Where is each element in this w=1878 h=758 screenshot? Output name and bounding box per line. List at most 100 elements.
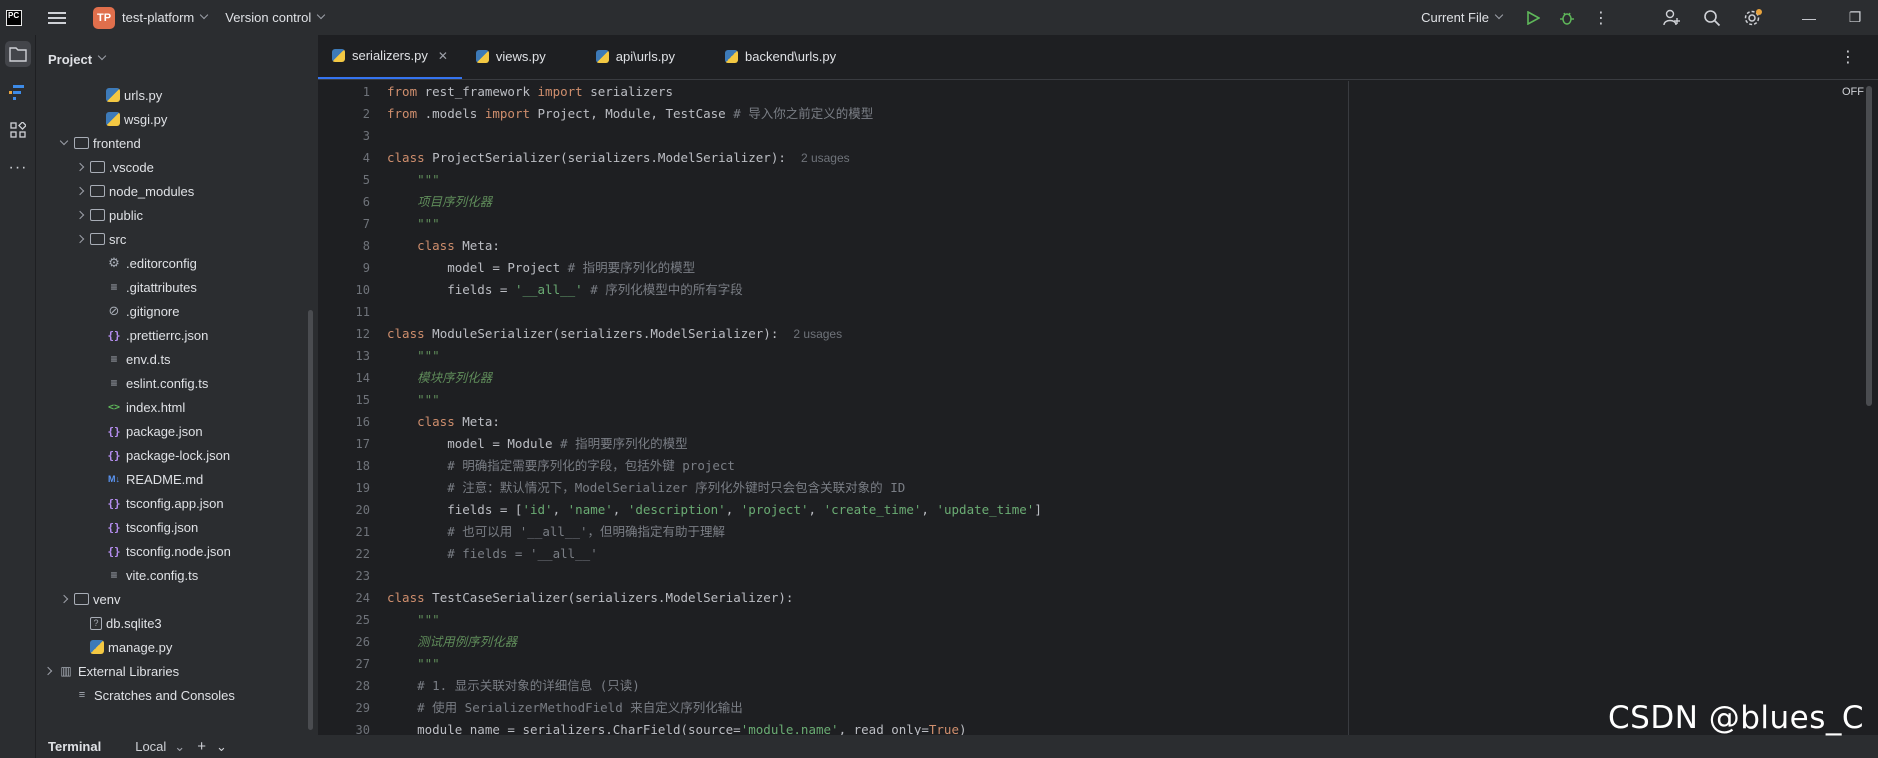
more-tools-icon[interactable]: ··· — [5, 155, 31, 181]
reader-mode-toggle[interactable]: OFF — [1842, 86, 1864, 98]
usages-hint[interactable]: 2 usages — [801, 151, 850, 165]
chevron-right-icon[interactable] — [58, 593, 70, 605]
add-user-button[interactable] — [1652, 9, 1692, 27]
debug-button[interactable] — [1550, 10, 1584, 26]
tree-item[interactable]: wsgi.py — [36, 107, 318, 131]
code-token: # 导入你之前定义的模型 — [733, 106, 874, 121]
tree-item[interactable]: {} tsconfig.app.json — [36, 491, 318, 515]
vcs-widget[interactable]: Version control — [225, 10, 326, 25]
tree-item[interactable]: frontend — [36, 131, 318, 155]
usages-hint[interactable]: 2 usages — [793, 327, 842, 341]
tree-item[interactable]: ≡ env.d.ts — [36, 347, 318, 371]
tree-item-label: eslint.config.ts — [126, 375, 209, 391]
tree-item[interactable]: .vscode — [36, 155, 318, 179]
editor-tab-label: api\urls.py — [615, 49, 676, 64]
terminal-tab[interactable]: Terminal — [48, 739, 101, 754]
code-line: # 也可以用 '__all__'，但明确指定有助于理解 — [387, 521, 1677, 543]
chevron-right-icon[interactable] — [74, 161, 86, 173]
search-button[interactable] — [1692, 9, 1732, 27]
line-number: 23 — [355, 569, 370, 583]
tree-item[interactable]: public — [36, 203, 318, 227]
chevron-right-icon[interactable] — [42, 665, 54, 677]
chevron-down-icon[interactable]: ⌄ — [216, 739, 227, 755]
tree-item[interactable]: manage.py — [36, 635, 318, 659]
tree-item-label: urls.py — [124, 87, 163, 103]
tree-item-label: env.d.ts — [126, 351, 171, 367]
project-badge[interactable]: TP — [93, 6, 115, 29]
editor-tab[interactable]: backend\urls.py — [711, 34, 872, 79]
chevron-down-icon[interactable]: ⌄ — [174, 739, 185, 755]
tree-item[interactable]: ≡ eslint.config.ts — [36, 371, 318, 395]
chevron-right-icon[interactable] — [74, 233, 86, 245]
tree-item[interactable]: ? db.sqlite3 — [36, 611, 318, 635]
tree-item-label: index.html — [126, 399, 186, 415]
line-number: 6 — [362, 195, 370, 209]
code-token: fields = [ — [387, 502, 523, 517]
main-menu-button[interactable] — [48, 9, 66, 27]
title-bar: PC TP test-platform Version control Curr… — [0, 0, 1878, 35]
tree-item[interactable]: ≡ Scratches and Consoles — [36, 683, 318, 707]
new-terminal-plus-icon[interactable]: + — [197, 738, 206, 755]
tree-item[interactable]: M↓ README.md — [36, 467, 318, 491]
tree-item[interactable]: ≡ vite.config.ts — [36, 563, 318, 587]
editor-tab[interactable]: api\urls.py — [582, 34, 711, 79]
text-icon: ≡ — [110, 280, 118, 294]
minimize-button[interactable]: — — [1786, 0, 1832, 35]
restore-button[interactable]: ❐ — [1832, 0, 1878, 35]
line-number: 15 — [355, 393, 370, 407]
tree-item[interactable]: {} package.json — [36, 419, 318, 443]
project-tree: urls.py wsgi.py frontend .vscode node_module… — [36, 83, 318, 707]
plugins-button[interactable] — [5, 117, 31, 143]
tree-item[interactable]: urls.py — [36, 83, 318, 107]
tree-item[interactable]: {} .prettierrc.json — [36, 323, 318, 347]
local-terminal-tab[interactable]: Local — [135, 739, 166, 754]
close-tab-icon[interactable]: ✕ — [438, 49, 448, 63]
folder-icon — [90, 233, 105, 245]
run-config-selector[interactable]: Current File — [1421, 10, 1504, 25]
line-number: 26 — [355, 635, 370, 649]
editor-tab[interactable]: serializers.py ✕ — [318, 34, 462, 79]
python-icon — [90, 640, 104, 654]
code-line: """ — [387, 213, 1677, 235]
editor-tab[interactable]: views.py — [462, 34, 582, 79]
tree-item[interactable]: {} tsconfig.node.json — [36, 539, 318, 563]
line-number: 8 — [362, 239, 370, 253]
tree-item[interactable]: {} tsconfig.json — [36, 515, 318, 539]
line-number: 18 — [355, 459, 370, 473]
project-scrollbar[interactable] — [308, 310, 313, 730]
project-view-button[interactable] — [5, 41, 31, 67]
tool-window-strip: ··· — [0, 35, 36, 758]
editor-scrollbar[interactable] — [1866, 86, 1872, 406]
tree-item[interactable]: ⚙ .editorconfig — [36, 251, 318, 275]
tree-item[interactable]: {} package-lock.json — [36, 443, 318, 467]
tree-item[interactable]: ▥ External Libraries — [36, 659, 318, 683]
run-button[interactable] — [1516, 10, 1550, 25]
tree-item[interactable]: <> index.html — [36, 395, 318, 419]
project-panel-header[interactable]: Project — [36, 35, 318, 83]
line-number: 11 — [355, 305, 370, 319]
code-line: # 使用 SerializerMethodField 来自定义序列化输出 — [387, 697, 1677, 719]
code-content[interactable]: from rest_framework import serializers fr… — [387, 81, 1677, 741]
chevron-right-icon[interactable] — [74, 185, 86, 197]
tab-actions-more-icon[interactable]: ⋮ — [1840, 47, 1856, 67]
more-actions-icon[interactable]: ⋮ — [1584, 8, 1618, 28]
code-line: model = Module # 指明要序列化的模型 — [387, 433, 1677, 455]
line-number: 12 — [355, 327, 370, 341]
structure-button[interactable] — [5, 79, 31, 105]
update-indicator-icon — [1756, 8, 1762, 15]
project-switcher[interactable]: test-platform — [122, 10, 209, 25]
tree-item[interactable]: node_modules — [36, 179, 318, 203]
tree-item[interactable]: ⊘ .gitignore — [36, 299, 318, 323]
chevron-down-icon[interactable] — [58, 136, 70, 149]
code-token: """ — [387, 172, 440, 187]
tree-item[interactable]: src — [36, 227, 318, 251]
tree-item[interactable]: venv — [36, 587, 318, 611]
settings-button[interactable] — [1732, 8, 1772, 27]
code-line: class ProjectSerializer(serializers.Mode… — [387, 147, 1677, 169]
code-token: """ — [387, 348, 440, 363]
chevron-right-icon[interactable] — [74, 209, 86, 221]
tree-item-label: .prettierrc.json — [126, 327, 209, 343]
tree-item[interactable]: ≡ .gitattributes — [36, 275, 318, 299]
text-icon: ≡ — [110, 568, 118, 582]
